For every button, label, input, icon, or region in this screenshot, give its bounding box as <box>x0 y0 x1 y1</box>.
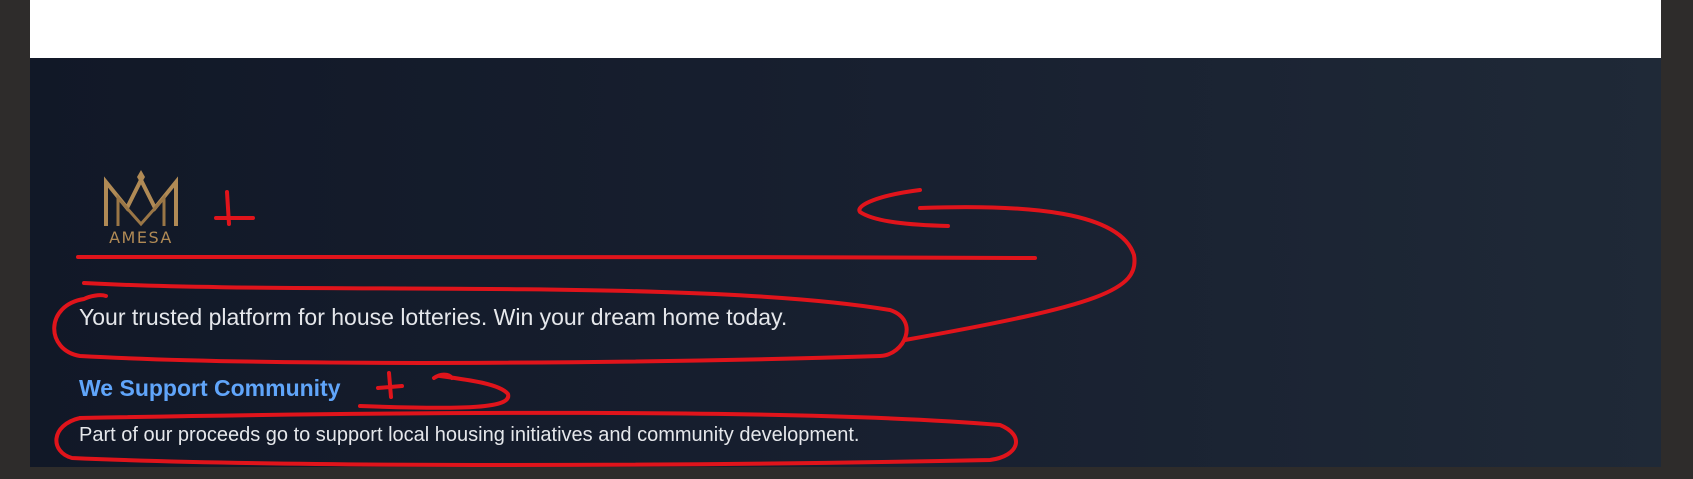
logo-wordmark: AMESA <box>109 228 173 247</box>
support-community-heading: We Support Community <box>79 375 341 401</box>
amesa-logo[interactable]: AMESA <box>96 168 186 248</box>
site-footer: AMESA Your trusted platform for house lo… <box>30 58 1661 467</box>
support-community-text: Part of our proceeds go to support local… <box>79 424 860 446</box>
page-viewport: AMESA Your trusted platform for house lo… <box>30 0 1661 467</box>
page-content-area <box>30 0 1661 58</box>
footer-tagline: Your trusted platform for house lotterie… <box>79 304 788 330</box>
crown-m-logo-icon <box>104 170 178 227</box>
